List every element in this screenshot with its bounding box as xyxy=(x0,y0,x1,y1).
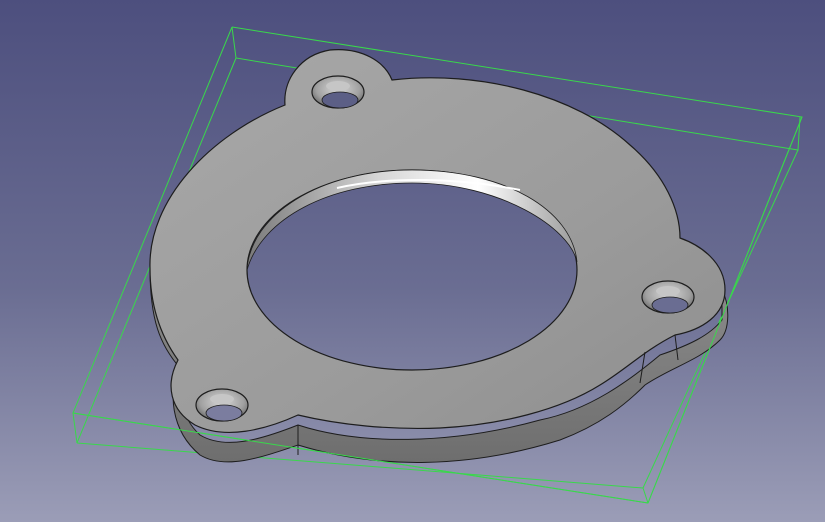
bolt-hole-right[interactable] xyxy=(641,280,695,314)
3d-scene[interactable] xyxy=(0,0,825,522)
bolt-hole-top[interactable] xyxy=(311,75,365,109)
3d-viewport[interactable] xyxy=(0,0,825,522)
bolt-hole-bottom-left[interactable] xyxy=(195,388,249,422)
